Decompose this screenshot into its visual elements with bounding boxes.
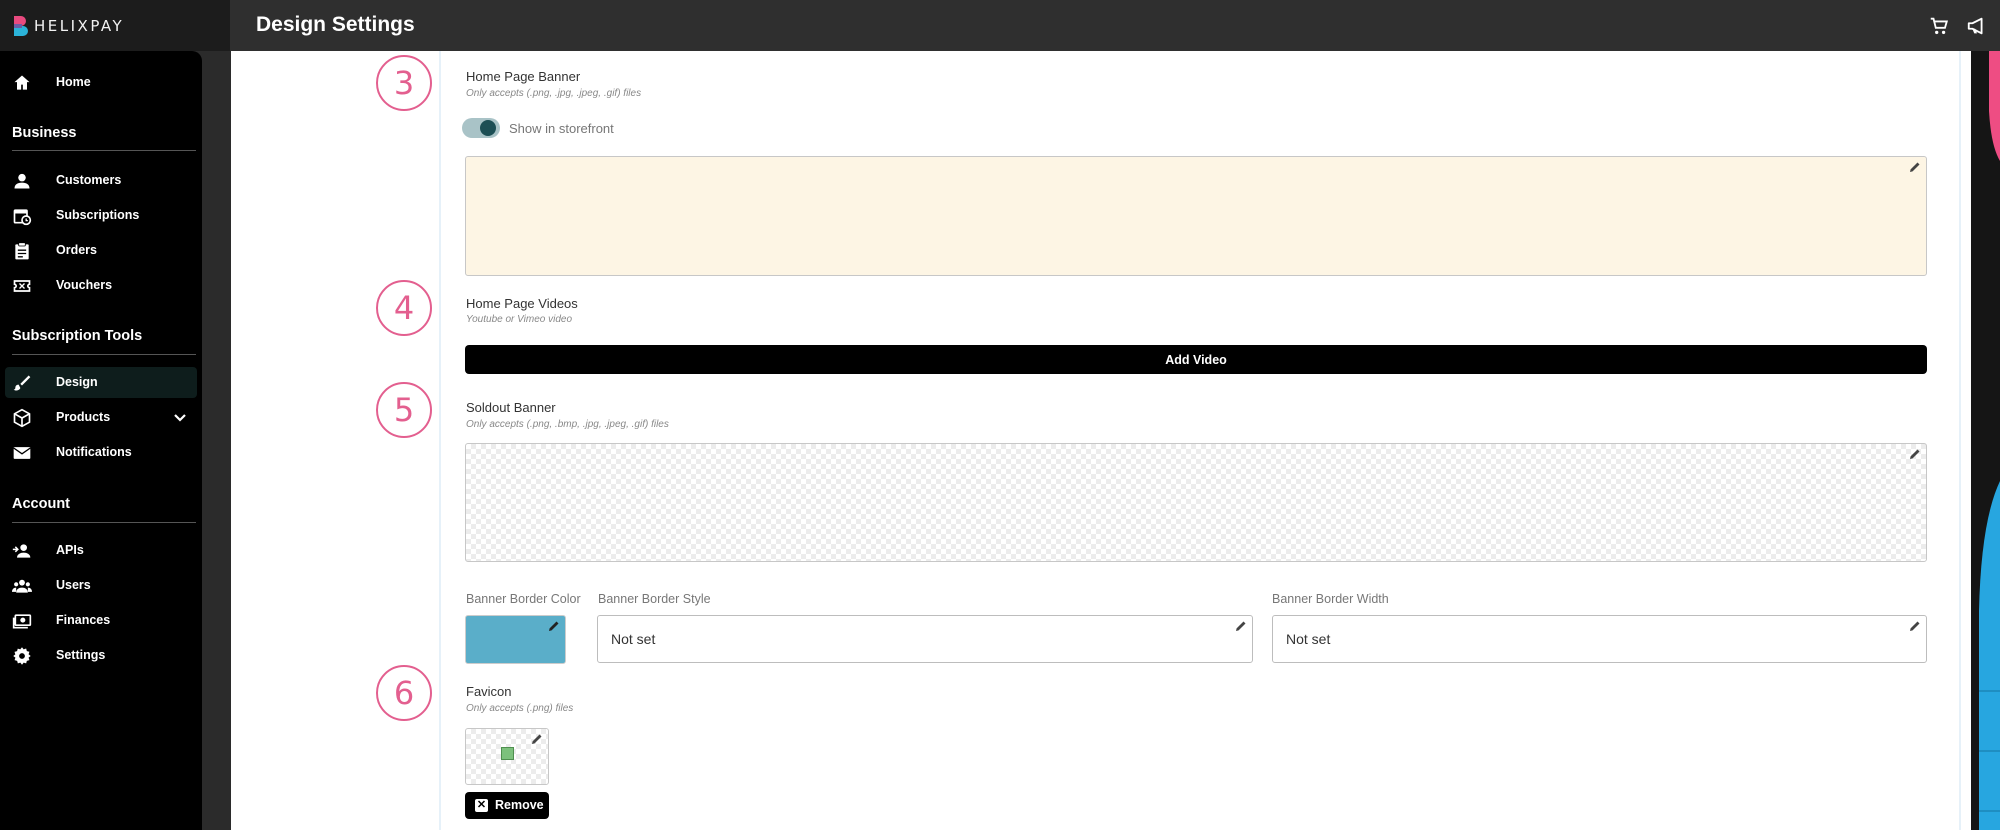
toggle-knob: [480, 120, 496, 136]
cube-icon: [13, 408, 31, 428]
top-bar: HELIXPAY Design Settings: [0, 0, 2000, 51]
remove-favicon-button[interactable]: ✕ Remove: [465, 792, 549, 819]
chevron-down-icon[interactable]: [173, 411, 187, 425]
sidebar-item-label: Home: [56, 75, 91, 89]
toggle-label: Show in storefront: [509, 121, 614, 136]
soldout-banner-title: Soldout Banner: [466, 400, 556, 415]
remove-button-label: Remove: [495, 798, 544, 812]
soldout-banner-subtitle: Only accepts (.png, .bmp, .jpg, .jpeg, .…: [466, 419, 669, 430]
home-banner-upload[interactable]: [465, 156, 1927, 276]
sidebar-item-design[interactable]: Design: [5, 367, 197, 398]
clipboard-icon: [15, 242, 29, 260]
banner-border-style-select[interactable]: Not set: [597, 615, 1253, 663]
sidebar-item-label: Notifications: [56, 445, 132, 459]
sidebar-item-label: Vouchers: [56, 278, 113, 292]
favicon-preview-image: [501, 747, 514, 760]
sidebar-item-subscriptions[interactable]: Subscriptions: [5, 200, 197, 231]
banner-border-color-swatch[interactable]: [465, 615, 566, 664]
pencil-icon[interactable]: [1909, 620, 1921, 632]
cart-icon[interactable]: [1928, 15, 1950, 37]
sidebar-item-settings[interactable]: Settings: [5, 640, 197, 671]
decorative-background: [1971, 51, 2000, 830]
brand-name: HELIXPAY: [34, 17, 125, 35]
sidebar-item-notifications[interactable]: Notifications: [5, 437, 197, 468]
ticket-icon: [13, 280, 31, 292]
page-title: Design Settings: [256, 13, 415, 36]
banner-border-color-label: Banner Border Color: [466, 592, 581, 606]
home-banner-title: Home Page Banner: [466, 69, 581, 84]
home-icon: [14, 75, 30, 90]
sidebar-item-finances[interactable]: Finances: [5, 605, 197, 636]
sidebar-item-label: Subscriptions: [56, 208, 140, 222]
banner-border-width-select[interactable]: Not set: [1272, 615, 1927, 663]
banner-border-style-label: Banner Border Style: [598, 592, 711, 606]
helixpay-logo-icon: [14, 16, 28, 36]
home-videos-subtitle: Youtube or Vimeo video: [466, 314, 573, 325]
pencil-icon[interactable]: [531, 733, 543, 745]
divider: [12, 150, 196, 151]
sidebar-item-label: APIs: [56, 543, 84, 557]
person-icon: [14, 173, 30, 189]
pencil-icon[interactable]: [1909, 161, 1921, 173]
step-number: 4: [376, 280, 432, 336]
show-in-storefront-toggle[interactable]: [462, 118, 500, 138]
section-header-account: Account: [12, 496, 70, 512]
sidebar-item-label: Products: [56, 410, 111, 424]
sidebar: Home Business Customers Subscriptions Or…: [0, 51, 202, 830]
section-header-business: Business: [12, 125, 77, 141]
brush-icon: [13, 375, 31, 391]
close-icon: ✕: [475, 799, 488, 812]
step-number: 6: [376, 665, 432, 721]
logo-area: HELIXPAY: [0, 0, 230, 51]
sidebar-item-users[interactable]: Users: [5, 570, 197, 601]
divider: [12, 522, 196, 523]
pencil-icon[interactable]: [1909, 448, 1921, 460]
select-value: Not set: [1286, 631, 1331, 647]
favicon-subtitle: Only accepts (.png) files: [466, 703, 574, 714]
favicon-upload[interactable]: [465, 728, 549, 785]
banner-border-width-label: Banner Border Width: [1272, 592, 1389, 606]
step-number: 3: [376, 55, 432, 111]
gear-icon: [13, 647, 31, 665]
sidebar-item-home[interactable]: Home: [5, 67, 197, 98]
soldout-banner-upload[interactable]: [465, 443, 1927, 562]
megaphone-icon[interactable]: [1966, 15, 1988, 37]
sidebar-item-label: Orders: [56, 243, 97, 257]
person-connect-icon: [12, 544, 31, 558]
calendar-clock-icon: [13, 209, 32, 226]
step-number: 5: [376, 382, 432, 438]
section-header-subscription-tools: Subscription Tools: [12, 328, 143, 344]
sidebar-item-label: Users: [56, 578, 91, 592]
add-video-button[interactable]: Add Video: [465, 345, 1927, 374]
sidebar-item-orders[interactable]: Orders: [5, 235, 197, 266]
sidebar-item-customers[interactable]: Customers: [5, 165, 197, 196]
group-icon: [12, 579, 32, 593]
divider: [12, 354, 196, 355]
sidebar-item-label: Customers: [56, 173, 122, 187]
favicon-title: Favicon: [466, 684, 512, 699]
sidebar-item-apis[interactable]: APIs: [5, 535, 197, 566]
sidebar-item-label: Settings: [56, 648, 106, 662]
decorative-shapes-icon: [1979, 51, 2000, 830]
mail-icon: [13, 447, 31, 459]
sidebar-item-vouchers[interactable]: Vouchers: [5, 270, 197, 301]
sidebar-item-label: Finances: [56, 613, 111, 627]
home-banner-subtitle: Only accepts (.png, .jpg, .jpeg, .gif) f…: [466, 88, 642, 99]
money-icon: [12, 614, 32, 629]
sidebar-item-label: Design: [56, 375, 98, 389]
home-videos-title: Home Page Videos: [466, 296, 578, 311]
pencil-icon[interactable]: [548, 620, 560, 632]
pencil-icon[interactable]: [1235, 620, 1247, 632]
sidebar-item-products[interactable]: Products: [5, 402, 197, 433]
select-value: Not set: [611, 631, 656, 647]
